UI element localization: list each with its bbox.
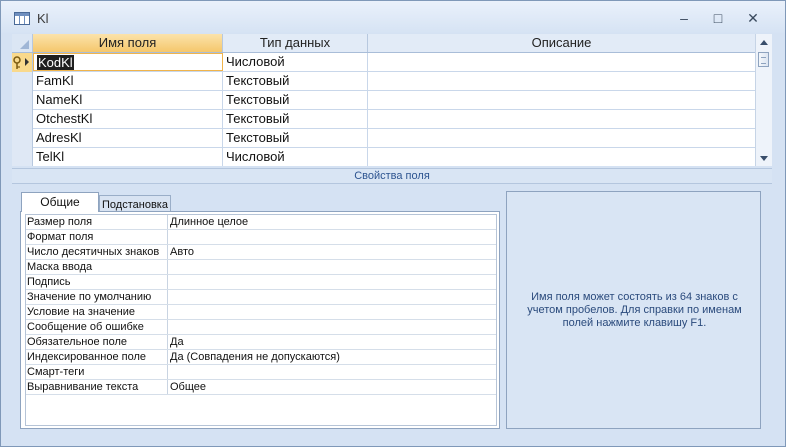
table-row[interactable]: AdresKl Текстовый	[12, 129, 755, 148]
property-name: Сообщение об ошибке	[26, 320, 168, 334]
property-name: Маска ввода	[26, 260, 168, 274]
properties-table: Размер поля Длинное целое Формат поля Чис…	[25, 214, 497, 426]
property-row[interactable]: Маска ввода	[26, 260, 496, 275]
field-name-cell[interactable]: KodKl	[33, 53, 223, 71]
select-all-corner[interactable]	[12, 34, 33, 52]
property-row[interactable]: Число десятичных знаков Авто	[26, 245, 496, 260]
property-name: Индексированное поле	[26, 350, 168, 364]
description-cell[interactable]	[368, 148, 755, 166]
tab-general[interactable]: Общие	[21, 192, 99, 212]
window-title: Kl	[37, 11, 49, 26]
data-type-cell[interactable]: Текстовый	[223, 110, 368, 128]
field-grid: Имя поля Тип данных Описание KodKl Число…	[12, 34, 755, 166]
maximize-button[interactable]: □	[707, 10, 729, 26]
table-row[interactable]: NameKl Текстовый	[12, 91, 755, 110]
row-selector[interactable]	[12, 110, 33, 129]
help-panel: Имя поля может состоять из 64 знаков с у…	[506, 191, 761, 429]
property-value[interactable]	[168, 275, 496, 289]
property-name: Размер поля	[26, 215, 168, 229]
table-row[interactable]: KodKl Числовой	[12, 53, 755, 72]
table-row[interactable]: FamKl Текстовый	[12, 72, 755, 91]
table-row[interactable]: TelKl Числовой	[12, 148, 755, 166]
data-type-cell[interactable]: Числовой	[223, 148, 368, 166]
field-name-cell[interactable]: OtchestKl	[33, 110, 223, 128]
table-design-window: Kl – □ ✕ Имя поля Тип данных Описание Ko…	[0, 0, 786, 447]
property-row[interactable]: Формат поля	[26, 230, 496, 245]
property-value[interactable]	[168, 320, 496, 334]
property-value[interactable]	[168, 365, 496, 379]
field-name-cell[interactable]: FamKl	[33, 72, 223, 90]
property-row[interactable]: Размер поля Длинное целое	[26, 215, 496, 230]
property-row[interactable]: Условие на значение	[26, 305, 496, 320]
primary-key-icon	[13, 56, 29, 69]
scroll-thumb[interactable]	[758, 52, 769, 67]
property-value[interactable]: Авто	[168, 245, 496, 259]
general-properties-panel: Размер поля Длинное целое Формат поля Чис…	[20, 211, 500, 429]
description-cell[interactable]	[368, 129, 755, 147]
property-row[interactable]: Индексированное поле Да (Совпадения не до…	[26, 350, 496, 365]
row-selector[interactable]	[12, 53, 33, 72]
data-type-cell[interactable]: Текстовый	[223, 129, 368, 147]
property-name: Значение по умолчанию	[26, 290, 168, 304]
description-cell[interactable]	[368, 110, 755, 128]
property-value[interactable]	[168, 260, 496, 274]
property-row[interactable]: Обязательное поле Да	[26, 335, 496, 350]
column-header-name[interactable]: Имя поля	[33, 34, 223, 52]
property-row[interactable]: Сообщение об ошибке	[26, 320, 496, 335]
row-selector[interactable]	[12, 91, 33, 110]
data-type-cell[interactable]: Текстовый	[223, 72, 368, 90]
property-name: Смарт-теги	[26, 365, 168, 379]
description-cell[interactable]	[368, 91, 755, 109]
property-name: Выравнивание текста	[26, 380, 168, 394]
row-selector[interactable]	[12, 72, 33, 91]
property-value[interactable]	[168, 305, 496, 319]
property-row[interactable]: Значение по умолчанию	[26, 290, 496, 305]
description-cell[interactable]	[368, 53, 755, 71]
scroll-down-icon[interactable]	[760, 156, 768, 161]
vertical-scrollbar[interactable]	[755, 34, 772, 166]
help-text: Имя поля может состоять из 64 знаков с у…	[527, 291, 742, 329]
field-properties-title: Свойства поля	[12, 168, 772, 184]
grid-header: Имя поля Тип данных Описание	[12, 34, 755, 53]
property-value[interactable]: Да	[168, 335, 496, 349]
field-name-cell[interactable]: TelKl	[33, 148, 223, 166]
property-value[interactable]	[168, 230, 496, 244]
minimize-button[interactable]: –	[673, 10, 695, 26]
field-name-cell[interactable]: AdresKl	[33, 129, 223, 147]
property-row[interactable]: Подпись	[26, 275, 496, 290]
property-name: Условие на значение	[26, 305, 168, 319]
property-value[interactable]: Длинное целое	[168, 215, 496, 229]
field-name-text: KodKl	[37, 55, 74, 70]
data-type-cell[interactable]: Числовой	[223, 53, 368, 71]
property-value[interactable]	[168, 290, 496, 304]
scroll-up-icon[interactable]	[760, 40, 768, 45]
description-cell[interactable]	[368, 72, 755, 90]
property-name: Обязательное поле	[26, 335, 168, 349]
table-icon	[14, 12, 30, 25]
property-name: Формат поля	[26, 230, 168, 244]
property-name: Подпись	[26, 275, 168, 289]
row-selector[interactable]	[12, 129, 33, 148]
property-row[interactable]: Выравнивание текста Общее	[26, 380, 496, 395]
table-row[interactable]: OtchestKl Текстовый	[12, 110, 755, 129]
title-bar[interactable]: Kl – □ ✕	[1, 1, 785, 33]
close-button[interactable]: ✕	[742, 10, 764, 26]
property-name: Число десятичных знаков	[26, 245, 168, 259]
data-type-cell[interactable]: Текстовый	[223, 91, 368, 109]
field-name-cell[interactable]: NameKl	[33, 91, 223, 109]
property-row[interactable]: Смарт-теги	[26, 365, 496, 380]
property-value[interactable]: Общее	[168, 380, 496, 394]
column-header-type[interactable]: Тип данных	[223, 34, 368, 52]
row-selector[interactable]	[12, 148, 33, 166]
column-header-description[interactable]: Описание	[368, 34, 755, 52]
property-value[interactable]: Да (Совпадения не допускаются)	[168, 350, 496, 364]
